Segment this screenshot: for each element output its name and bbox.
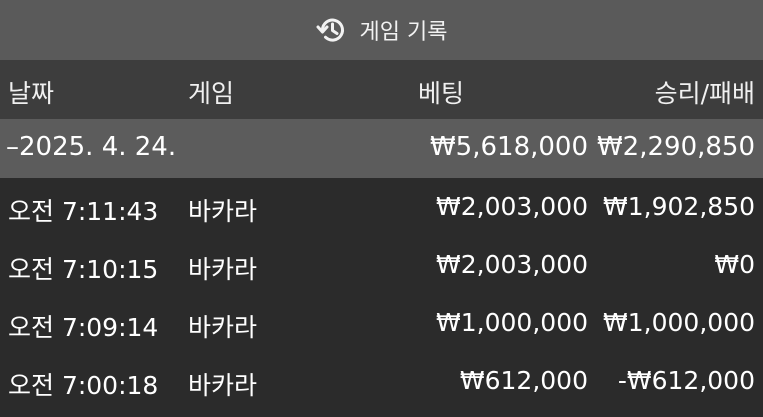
column-game[interactable]: 게임 <box>188 74 234 110</box>
row-game: 바카라 <box>188 313 258 342</box>
row-game: 바카라 <box>188 197 258 226</box>
row-game: 바카라 <box>188 255 258 284</box>
row-result: ₩0 <box>714 250 755 279</box>
table-row[interactable]: 오전 7:09:14 바카라 ₩1,000,000 ₩1,000,000 <box>0 294 763 352</box>
title-bar: 게임 기록 <box>0 0 763 60</box>
page-title: 게임 기록 <box>359 20 448 45</box>
row-bet: ₩2,003,000 <box>436 250 588 279</box>
row-time: 오전 7:11:43 <box>8 197 159 226</box>
group-date: –2025. 4. 24. <box>6 132 177 162</box>
row-bet: ₩612,000 <box>459 366 588 395</box>
history-list: 오전 7:11:43 바카라 ₩2,003,000 ₩1,902,850 오전 … <box>0 178 763 410</box>
row-time: 오전 7:10:15 <box>8 255 159 284</box>
table-row[interactable]: 오전 7:00:18 바카라 ₩612,000 -₩612,000 <box>0 352 763 410</box>
column-bet[interactable]: 베팅 <box>418 74 464 110</box>
group-total-bet: ₩5,618,000 <box>429 132 588 162</box>
row-game: 바카라 <box>188 371 258 400</box>
column-date[interactable]: 날짜 <box>8 74 54 110</box>
row-result: ₩1,000,000 <box>603 308 755 337</box>
row-bet: ₩2,003,000 <box>436 192 588 221</box>
row-bet: ₩1,000,000 <box>436 308 588 337</box>
row-result: ₩1,902,850 <box>603 192 755 221</box>
title-group: 게임 기록 <box>316 14 448 46</box>
row-time: 오전 7:09:14 <box>8 313 159 342</box>
table-row[interactable]: 오전 7:11:43 바카라 ₩2,003,000 ₩1,902,850 <box>0 178 763 236</box>
group-total-result: ₩2,290,850 <box>596 132 755 162</box>
table-row[interactable]: 오전 7:10:15 바카라 ₩2,003,000 ₩0 <box>0 236 763 294</box>
row-time: 오전 7:00:18 <box>8 371 159 400</box>
table-header: 날짜 게임 베팅 승리/패배 <box>0 60 763 119</box>
date-group-row[interactable]: –2025. 4. 24. ₩5,618,000 ₩2,290,850 <box>0 119 763 178</box>
history-icon <box>316 14 348 46</box>
column-result[interactable]: 승리/패배 <box>655 74 755 110</box>
row-result: -₩612,000 <box>617 366 755 395</box>
